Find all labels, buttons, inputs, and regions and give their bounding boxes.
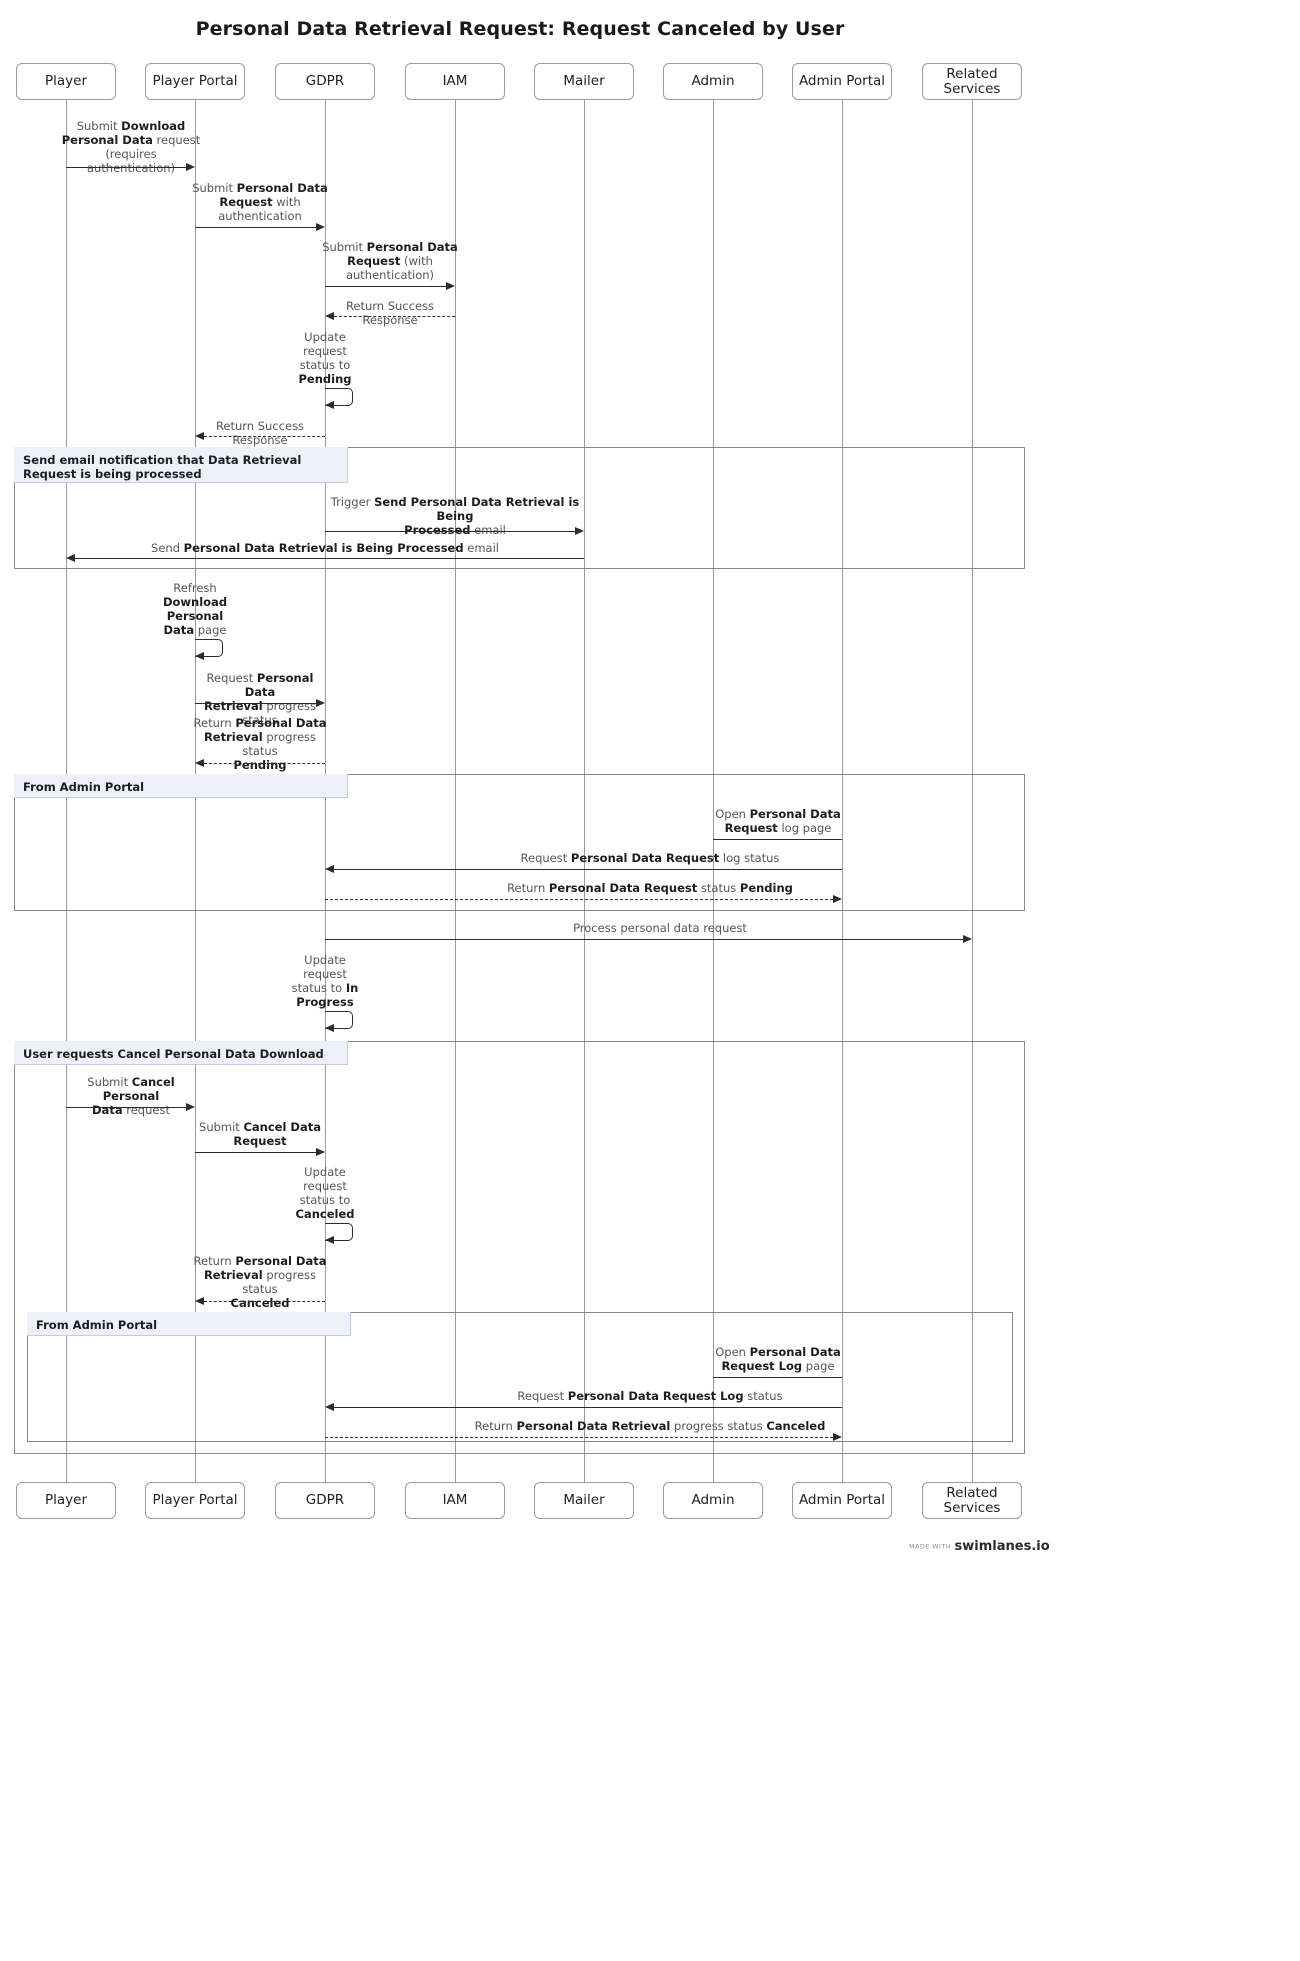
message-label-6: Return Success Response [215,419,305,448]
message-label-19: Update request status to Canceled Update… [295,1165,355,1222]
message-arrowhead-15 [963,935,972,943]
actor-label: Mailer [563,1492,605,1509]
message-label-22: Request Personal Data Request Log status… [517,1389,783,1403]
message-label-13: Request Personal Data Request log status… [520,851,780,865]
actor-box-admin-bottom[interactable]: Admin [663,1482,763,1519]
actor-box-mailer-bottom[interactable]: Mailer [534,1482,634,1519]
actor-box-gdpr-bottom[interactable]: GDPR [275,1482,375,1519]
fragment-label-from-admin-portal-1: From Admin Portal [14,774,348,798]
actor-label: Player Portal [152,1492,238,1509]
actor-label: Player Portal [152,73,238,90]
message-arrowhead-5 [325,401,334,409]
message-line-20 [204,1301,325,1302]
actor-box-player-portal-bottom[interactable]: Player Portal [145,1482,245,1519]
message-line-18 [195,1152,316,1153]
message-label-23: Return Personal Data Retrieval progress … [474,1419,826,1433]
message-line-7 [325,531,575,532]
actor-box-iam-top[interactable]: IAM [405,63,505,100]
message-line-2 [195,227,316,228]
message-label-18: Submit Cancel Data Request Submit Cancel… [199,1120,321,1149]
actor-label: GDPR [305,1492,345,1509]
actor-label: Related Services [943,1484,1001,1516]
message-line-13 [334,869,842,870]
message-label-16: Update request status to In Progress Upd… [291,953,359,1010]
actor-box-player-top[interactable]: Player [16,63,116,100]
actor-label: Player [44,1492,87,1509]
actor-box-admin-top[interactable]: Admin [663,63,763,100]
message-label-9: Refresh Download Personal Data page Refr… [162,581,228,638]
actor-label: Admin Portal [798,73,886,90]
actor-box-related-services-bottom[interactable]: Related Services [922,1482,1022,1519]
page-title: Personal Data Retrieval Request: Request… [195,18,845,40]
message-line-17 [66,1107,187,1108]
message-arrowhead-2 [316,223,325,231]
fragment-label-email-notification: Send email notification that Data Retrie… [14,447,348,483]
message-line-10 [195,703,316,704]
message-arrowhead-7 [575,527,584,535]
message-line-21 [713,1377,842,1378]
actor-label: GDPR [305,73,345,90]
message-arrowhead-3 [446,282,455,290]
message-arrowhead-9 [195,652,204,660]
message-arrowhead-6 [195,432,204,440]
actor-box-player-bottom[interactable]: Player [16,1482,116,1519]
message-label-12: Open Personal Data Request log page Open… [715,807,841,836]
actor-label: Mailer [563,73,605,90]
message-arrowhead-16 [325,1024,334,1032]
message-line-1 [66,167,187,168]
actor-label: Admin [691,73,735,90]
message-label-21: Open Personal Data Request Log page Open… [715,1345,841,1374]
message-label-3: Submit Personal Data Request (with authe… [322,240,458,283]
message-label-17: Submit Cancel Personal Data request Subm… [87,1075,175,1118]
message-line-12 [713,839,842,840]
watermark[interactable]: MADE WITH swimlanes.io [909,1539,1050,1554]
actor-box-iam-bottom[interactable]: IAM [405,1482,505,1519]
message-line-4 [334,316,455,317]
watermark-made-with: MADE WITH [909,1542,952,1551]
actor-box-gdpr-top[interactable]: GDPR [275,63,375,100]
message-arrowhead-19 [325,1236,334,1244]
message-label-4: Return Success Response [345,299,435,328]
fragment-label-from-admin-portal-2: From Admin Portal [27,1312,351,1336]
message-label-8: Send Personal Data Retrieval is Being Pr… [151,541,499,555]
message-line-11 [204,763,325,764]
actor-box-mailer-top[interactable]: Mailer [534,63,634,100]
actor-box-related-services-top[interactable]: Related Services [922,63,1022,100]
message-arrowhead-8 [66,554,75,562]
message-line-15 [325,939,963,940]
actor-label: Admin [691,1492,735,1509]
message-arrowhead-20 [195,1297,204,1305]
message-arrowhead-23 [833,1433,842,1441]
message-arrowhead-4 [325,312,334,320]
watermark-brand: swimlanes.io [954,1539,1050,1554]
message-arrowhead-18 [316,1148,325,1156]
actor-label: Related Services [943,65,1001,97]
actor-label: IAM [442,1492,468,1509]
message-arrowhead-1 [186,163,195,171]
message-arrowhead-10 [316,699,325,707]
message-label-2: Submit Personal Data Request with authen… [192,181,328,224]
message-arrowhead-14 [833,895,842,903]
message-line-14 [325,899,833,900]
message-label-5: Update request status to Pending Updater… [298,330,352,387]
message-arrowhead-17 [186,1103,195,1111]
actor-label: Admin Portal [798,1492,886,1509]
fragment-label-user-requests-cancel: User requests Cancel Personal Data Downl… [14,1041,348,1065]
actor-box-admin-portal-bottom[interactable]: Admin Portal [792,1482,892,1519]
message-label-15: Process personal data request [573,921,747,935]
message-arrowhead-13 [325,865,334,873]
message-line-23 [325,1437,833,1438]
message-arrowhead-22 [325,1403,334,1411]
sequence-diagram-canvas: Personal Data Retrieval Request: Request… [0,0,1300,1961]
actor-box-admin-portal-top[interactable]: Admin Portal [792,63,892,100]
message-line-6 [204,436,325,437]
actor-label: IAM [442,73,468,90]
message-line-3 [325,286,446,287]
message-arrowhead-11 [195,759,204,767]
message-label-14: Return Personal Data Request status Pend… [507,881,793,895]
message-line-22 [334,1407,842,1408]
message-line-8 [75,558,584,559]
actor-box-player-portal-top[interactable]: Player Portal [145,63,245,100]
actor-label: Player [44,73,87,90]
